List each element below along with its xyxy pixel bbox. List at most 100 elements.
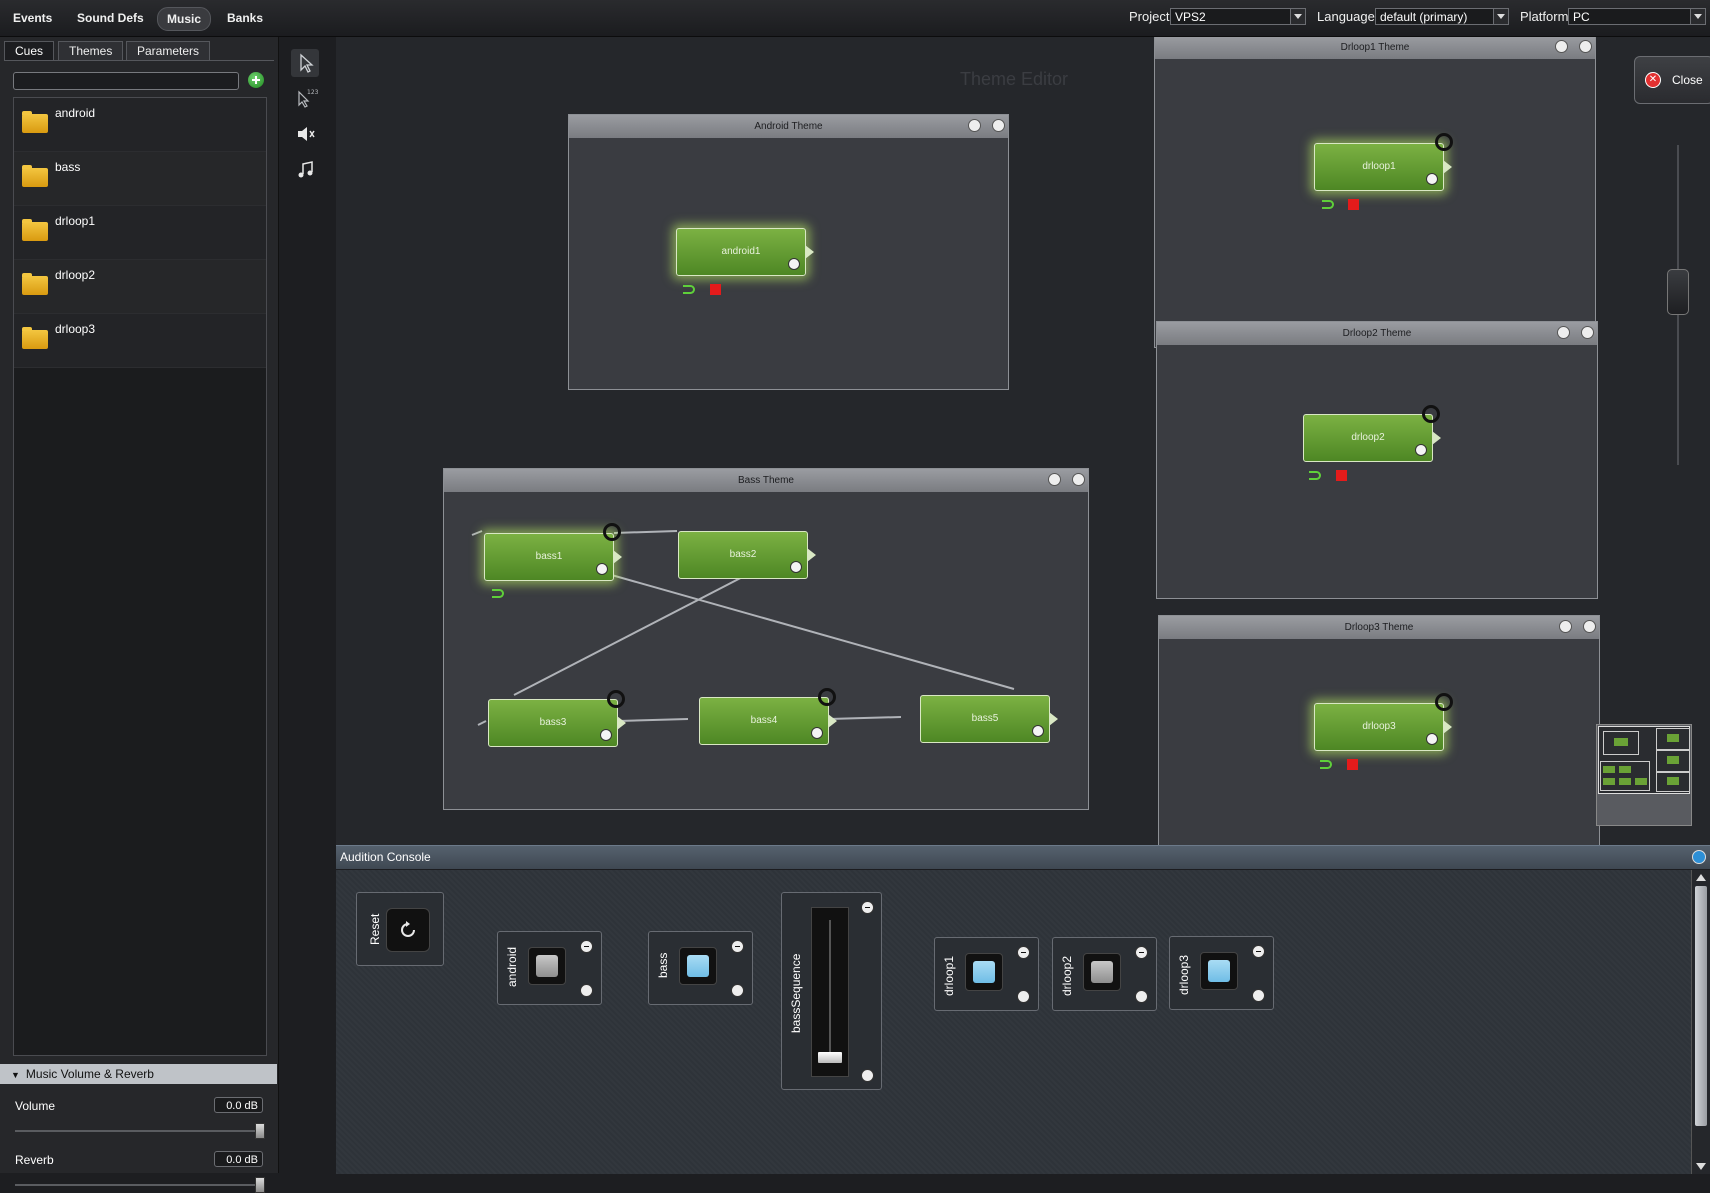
key-icon[interactable] [580, 984, 593, 997]
list-item[interactable]: drloop2 [14, 260, 266, 314]
tab-parameters[interactable]: Parameters [126, 41, 211, 61]
target-icon[interactable] [1557, 326, 1570, 339]
key-icon[interactable] [1017, 990, 1030, 1003]
speaker-tool[interactable] [291, 120, 319, 148]
minus-icon[interactable] [580, 940, 593, 953]
output-arrow-icon[interactable] [1443, 720, 1452, 734]
reverb-slider-track[interactable] [15, 1184, 265, 1186]
nav-sound-defs[interactable]: Sound Defs [68, 7, 153, 29]
key-icon[interactable] [731, 984, 744, 997]
cue-node[interactable]: drloop3 [1314, 703, 1452, 751]
target-icon[interactable] [968, 119, 981, 132]
key-icon[interactable] [596, 563, 608, 575]
reverb-value[interactable]: 0.0 dB [214, 1151, 263, 1167]
minus-icon[interactable] [861, 901, 874, 914]
scroll-down-icon[interactable] [1696, 1163, 1706, 1170]
output-arrow-icon[interactable] [617, 716, 626, 730]
output-arrow-icon[interactable] [1432, 431, 1441, 445]
cue-toggle-drloop2[interactable] [1083, 953, 1121, 991]
key-icon[interactable] [1581, 326, 1594, 339]
cue-node[interactable]: bass3 [488, 699, 626, 747]
reverb-slider-thumb[interactable] [255, 1177, 265, 1193]
cue-node[interactable]: bass1 [484, 533, 622, 581]
key-icon[interactable] [1415, 444, 1427, 456]
cue-node[interactable]: android1 [676, 228, 814, 276]
output-arrow-icon[interactable] [613, 550, 622, 564]
music-volume-header[interactable]: ▼ Music Volume & Reverb [0, 1064, 277, 1084]
bass-theme-panel[interactable]: Bass Theme bass1 bass2 bass3 bass4 bass5 [443, 468, 1089, 810]
reset-button[interactable] [386, 908, 430, 952]
sequence-fader[interactable] [811, 907, 849, 1077]
scroll-thumb[interactable] [1695, 886, 1707, 1126]
cue-toggle-drloop1[interactable] [965, 953, 1003, 991]
theme-header[interactable]: Drloop3 Theme [1159, 616, 1599, 639]
theme-header[interactable]: Drloop1 Theme [1155, 37, 1595, 59]
cue-toggle-android[interactable] [528, 947, 566, 985]
console-scrollbar[interactable] [1691, 870, 1710, 1174]
theme-header[interactable]: Drloop2 Theme [1157, 322, 1597, 345]
nav-music[interactable]: Music [157, 7, 212, 31]
output-arrow-icon[interactable] [1049, 712, 1058, 726]
key-icon[interactable] [1135, 990, 1148, 1003]
key-icon[interactable] [861, 1069, 874, 1082]
minus-icon[interactable] [731, 940, 744, 953]
minus-icon[interactable] [1017, 946, 1030, 959]
list-item[interactable]: drloop3 [14, 314, 266, 368]
key-icon[interactable] [600, 729, 612, 741]
zoom-slider-thumb[interactable] [1667, 269, 1689, 315]
drloop1-theme-panel[interactable]: Drloop1 Theme drloop1 [1154, 37, 1596, 348]
cue-node[interactable]: drloop1 [1314, 143, 1452, 191]
tab-cues[interactable]: Cues [4, 41, 55, 61]
collapse-icon[interactable] [1692, 850, 1706, 864]
key-icon[interactable] [790, 561, 802, 573]
project-select[interactable]: VPS2 [1170, 8, 1306, 25]
android-theme-panel[interactable]: Android Theme android1 [568, 114, 1009, 390]
key-icon[interactable] [1032, 725, 1044, 737]
platform-select[interactable]: PC [1568, 8, 1706, 25]
cue-toggle-drloop3[interactable] [1200, 952, 1238, 990]
target-icon[interactable] [1559, 620, 1572, 633]
drloop2-theme-panel[interactable]: Drloop2 Theme drloop2 [1156, 321, 1598, 599]
output-arrow-icon[interactable] [828, 714, 837, 728]
theme-header[interactable]: Android Theme [569, 115, 1008, 138]
output-arrow-icon[interactable] [807, 548, 816, 562]
list-item[interactable]: bass [14, 152, 266, 206]
key-icon[interactable] [1426, 173, 1438, 185]
volume-slider-track[interactable] [15, 1130, 265, 1132]
theme-editor-canvas[interactable]: Theme Editor Android Theme android1 Bass… [336, 37, 1710, 845]
music-tool[interactable] [291, 156, 319, 184]
target-icon[interactable] [1555, 40, 1568, 53]
cue-node[interactable]: drloop2 [1303, 414, 1441, 462]
pointer-tool[interactable] [291, 49, 319, 77]
nav-banks[interactable]: Banks [218, 7, 272, 29]
close-button[interactable]: ✕ Close [1634, 56, 1710, 104]
key-icon[interactable] [1579, 40, 1592, 53]
minus-icon[interactable] [1135, 946, 1148, 959]
fader-thumb[interactable] [818, 1052, 842, 1063]
add-icon[interactable] [248, 72, 264, 88]
pointer-123-tool[interactable]: 123 [291, 84, 319, 112]
output-arrow-icon[interactable] [805, 245, 814, 259]
cue-node[interactable]: bass4 [699, 697, 837, 745]
volume-slider-thumb[interactable] [255, 1123, 265, 1139]
search-input[interactable] [13, 72, 239, 90]
minus-icon[interactable] [1252, 945, 1265, 958]
cue-node[interactable]: bass2 [678, 531, 816, 579]
key-icon[interactable] [992, 119, 1005, 132]
language-select[interactable]: default (primary) [1375, 8, 1509, 25]
key-icon[interactable] [811, 727, 823, 739]
minimap[interactable] [1596, 724, 1692, 826]
list-item[interactable]: drloop1 [14, 206, 266, 260]
cue-node[interactable]: bass5 [920, 695, 1058, 743]
key-icon[interactable] [1583, 620, 1596, 633]
output-arrow-icon[interactable] [1443, 160, 1452, 174]
scroll-up-icon[interactable] [1696, 874, 1706, 881]
volume-value[interactable]: 0.0 dB [214, 1097, 263, 1113]
list-item[interactable]: android [14, 98, 266, 152]
drloop3-theme-panel[interactable]: Drloop3 Theme drloop3 [1158, 615, 1600, 845]
tab-themes[interactable]: Themes [58, 41, 124, 61]
key-icon[interactable] [1252, 989, 1265, 1002]
nav-events[interactable]: Events [4, 7, 61, 29]
key-icon[interactable] [1426, 733, 1438, 745]
key-icon[interactable] [788, 258, 800, 270]
